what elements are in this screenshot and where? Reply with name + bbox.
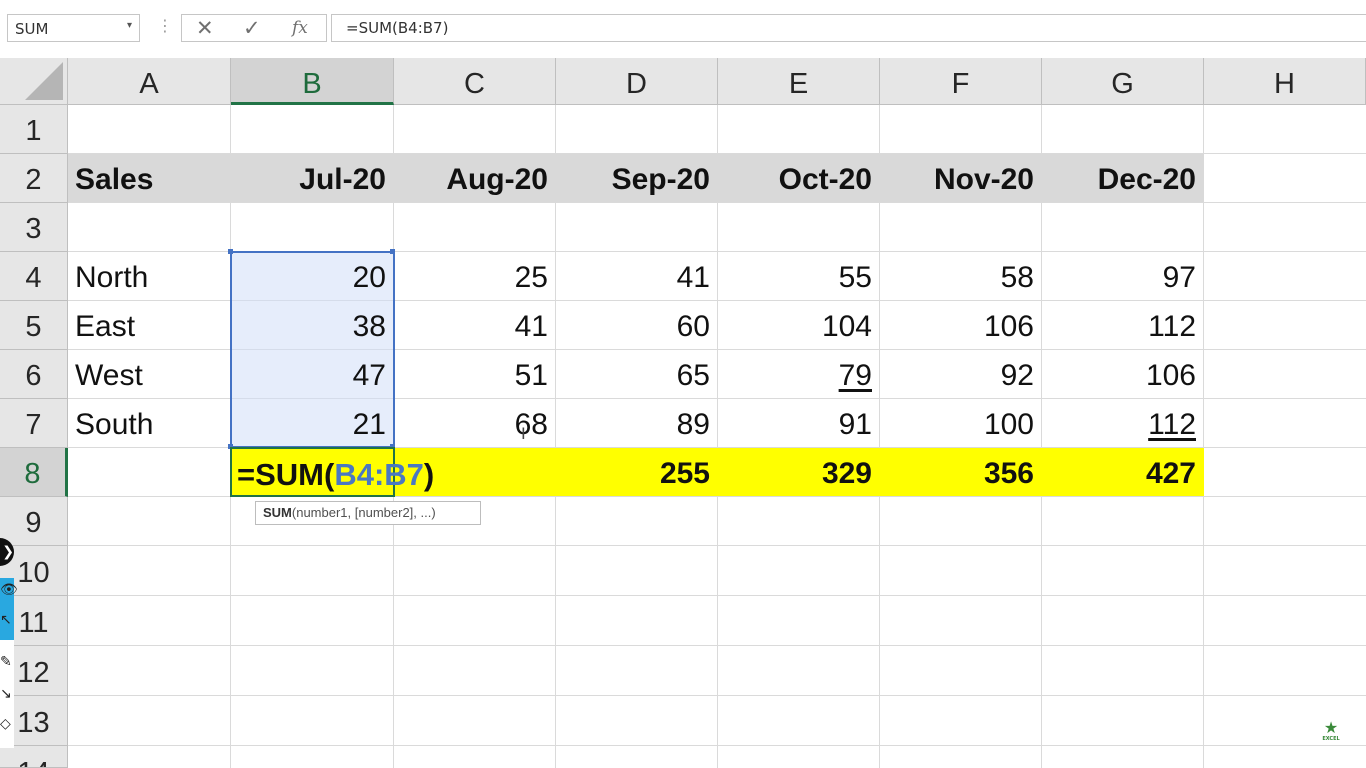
name-box-value: SUM <box>15 20 49 38</box>
cell-f7[interactable]: 100 <box>880 399 1042 447</box>
edit-formula-reference: B4:B7 <box>334 457 424 492</box>
cell-d2[interactable]: Sep-20 <box>556 154 718 202</box>
overlay-active-tool[interactable]: 👁 ↖ <box>0 578 18 640</box>
column-header-c[interactable]: C <box>394 58 556 105</box>
cell-e6[interactable]: 79 <box>718 350 880 398</box>
star-icon: ★ <box>1323 718 1339 737</box>
row-header-7[interactable]: 7 <box>0 399 68 448</box>
column-header-g[interactable]: G <box>1042 58 1204 105</box>
tooltip-arguments: (number1, [number2], ...) <box>291 505 436 520</box>
select-all-button[interactable] <box>0 58 68 105</box>
cell-a6[interactable]: West <box>68 350 231 398</box>
overlay-expand-button[interactable]: ❯ <box>0 538 14 566</box>
drag-handle-icon[interactable]: ⋮ <box>157 16 173 35</box>
cell-d5[interactable]: 60 <box>556 301 718 349</box>
worksheet-grid[interactable]: A B C D E F G H 1 2 3 4 5 6 7 8 9 10 11 … <box>0 58 1366 768</box>
row-header-3[interactable]: 3 <box>0 203 68 252</box>
function-tooltip[interactable]: SUM(number1, [number2], ...) <box>255 501 481 525</box>
eraser-icon[interactable]: ◇ <box>0 716 11 732</box>
cell-g6[interactable]: 106 <box>1042 350 1204 398</box>
formula-buttons: ✕ ✓ fx <box>181 14 327 42</box>
cell-a5[interactable]: East <box>68 301 231 349</box>
chevron-right-icon: ❯ <box>2 544 14 560</box>
row-header-14[interactable]: 14 <box>0 746 68 768</box>
cell-g7[interactable]: 112 <box>1042 399 1204 447</box>
cell-c2[interactable]: Aug-20 <box>394 154 556 202</box>
cell-g5[interactable]: 112 <box>1042 301 1204 349</box>
cell-a4[interactable]: North <box>68 252 231 300</box>
chevron-down-icon[interactable]: ▾ <box>127 20 132 31</box>
cell-d8[interactable]: 255 <box>556 448 718 496</box>
row-header-5[interactable]: 5 <box>0 301 68 350</box>
column-header-a[interactable]: A <box>68 58 231 105</box>
cell-g2[interactable]: Dec-20 <box>1042 154 1204 202</box>
cell-b6[interactable]: 47 <box>231 350 394 398</box>
row-header-4[interactable]: 4 <box>0 252 68 301</box>
eye-icon[interactable]: 👁 <box>0 582 18 598</box>
edit-formula-suffix: ) <box>423 457 435 492</box>
column-header-b[interactable]: B <box>231 58 394 105</box>
cell-a2[interactable]: Sales <box>68 154 231 202</box>
cell-g7-value: 112 <box>1148 408 1196 441</box>
column-header-e[interactable]: E <box>718 58 880 105</box>
row-header-1[interactable]: 1 <box>0 105 68 154</box>
enter-icon[interactable]: ✓ <box>243 16 261 40</box>
cell-d6[interactable]: 65 <box>556 350 718 398</box>
pointer-icon[interactable]: ↖ <box>0 612 12 628</box>
cell-e5[interactable]: 104 <box>718 301 880 349</box>
cell-e6-value: 79 <box>838 359 872 392</box>
cell-b7[interactable]: 21 <box>231 399 394 447</box>
logo-text: EXCEL <box>1322 736 1340 742</box>
cell-c4[interactable]: 25 <box>394 252 556 300</box>
cell-a7[interactable]: South <box>68 399 231 447</box>
cell-d4[interactable]: 41 <box>556 252 718 300</box>
row-header-2[interactable]: 2 <box>0 154 68 203</box>
cell-d7[interactable]: 89 <box>556 399 718 447</box>
tooltip-function-name[interactable]: SUM <box>263 505 292 520</box>
active-cell-b8[interactable]: =SUM(B4:B7) <box>230 447 434 497</box>
cell-e4[interactable]: 55 <box>718 252 880 300</box>
cell-f8[interactable]: 356 <box>880 448 1042 496</box>
edit-formula-prefix: =SUM( <box>237 457 335 492</box>
channel-logo: ★ EXCEL <box>1316 720 1346 748</box>
column-header-f[interactable]: F <box>880 58 1042 105</box>
cell-e2[interactable]: Oct-20 <box>718 154 880 202</box>
formula-input[interactable]: =SUM(B4:B7) <box>331 14 1366 42</box>
text-cursor-icon: I <box>521 424 526 443</box>
overlay-toolbar: 👁 ↖ ✎ ↘ ◇ <box>0 578 18 748</box>
cell-g8[interactable]: 427 <box>1042 448 1204 496</box>
cell-f6[interactable]: 92 <box>880 350 1042 398</box>
cell-c5[interactable]: 41 <box>394 301 556 349</box>
cell-g4[interactable]: 97 <box>1042 252 1204 300</box>
name-box[interactable]: SUM ▾ <box>7 14 140 42</box>
cell-c7[interactable]: 68 <box>394 399 556 447</box>
cancel-icon[interactable]: ✕ <box>196 16 214 40</box>
cell-b4[interactable]: 20 <box>231 252 394 300</box>
cell-f2[interactable]: Nov-20 <box>880 154 1042 202</box>
cell-b5[interactable]: 38 <box>231 301 394 349</box>
column-header-d[interactable]: D <box>556 58 718 105</box>
cell-e7[interactable]: 91 <box>718 399 880 447</box>
pen-icon[interactable]: ✎ <box>0 654 12 670</box>
insert-function-icon[interactable]: fx <box>292 18 308 38</box>
cell-e8[interactable]: 329 <box>718 448 880 496</box>
row-header-8[interactable]: 8 <box>0 448 68 497</box>
arrow-icon[interactable]: ↘ <box>0 686 12 702</box>
cell-b2[interactable]: Jul-20 <box>231 154 394 202</box>
formula-bar: SUM ▾ ⋮ ✕ ✓ fx =SUM(B4:B7) <box>0 0 1366 58</box>
cell-c6[interactable]: 51 <box>394 350 556 398</box>
cell-f4[interactable]: 58 <box>880 252 1042 300</box>
row-header-6[interactable]: 6 <box>0 350 68 399</box>
cell-f5[interactable]: 106 <box>880 301 1042 349</box>
column-header-h[interactable]: H <box>1204 58 1366 105</box>
select-all-triangle-icon <box>25 62 63 100</box>
